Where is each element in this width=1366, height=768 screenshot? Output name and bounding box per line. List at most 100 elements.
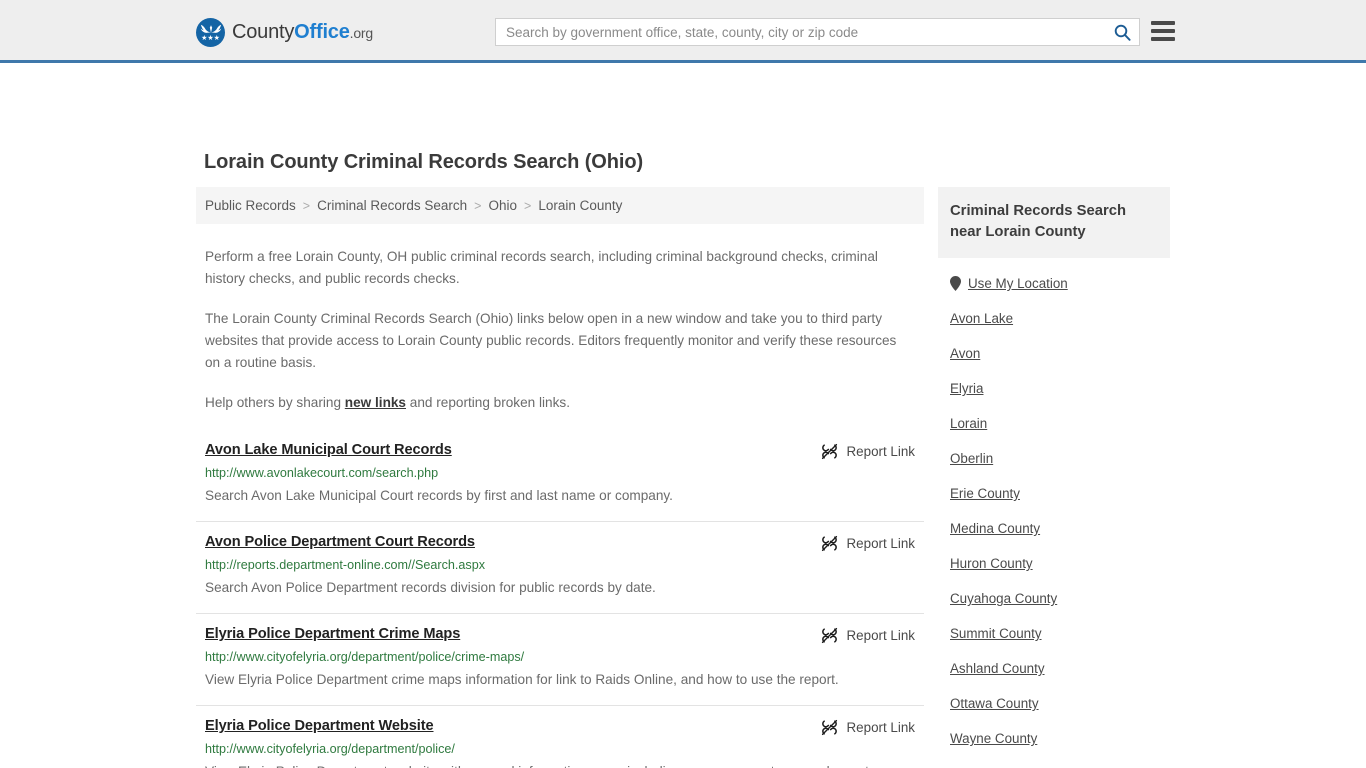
sidebar-link-label[interactable]: Erie County bbox=[950, 486, 1020, 501]
breadcrumb-item-public-records[interactable]: Public Records bbox=[205, 198, 296, 213]
sidebar-item-avon-lake[interactable]: Avon Lake bbox=[938, 301, 1170, 336]
search-icon bbox=[1114, 24, 1131, 41]
report-link-label: Report Link bbox=[846, 444, 915, 459]
sidebar-item-avon[interactable]: Avon bbox=[938, 336, 1170, 371]
page-title: Lorain County Criminal Records Search (O… bbox=[204, 151, 643, 173]
sidebar-link-label[interactable]: Ashland County bbox=[950, 661, 1045, 676]
sidebar-item-cuyahoga-county[interactable]: Cuyahoga County bbox=[938, 581, 1170, 616]
result-description: Search Avon Police Department records di… bbox=[205, 580, 656, 595]
results-list: Avon Lake Municipal Court Records Report… bbox=[196, 436, 924, 768]
result-header: Avon Lake Municipal Court Records Report… bbox=[205, 442, 915, 460]
use-my-location-link[interactable]: Use My Location bbox=[968, 276, 1068, 291]
sidebar-link-label[interactable]: Oberlin bbox=[950, 451, 993, 466]
sidebar-item-elyria[interactable]: Elyria bbox=[938, 371, 1170, 406]
logo-text-office: Office bbox=[294, 21, 350, 43]
result-title-link[interactable]: Elyria Police Department Website bbox=[205, 718, 434, 734]
result-title-link[interactable]: Avon Lake Municipal Court Records bbox=[205, 442, 452, 458]
sidebar-item-ottawa-county[interactable]: Ottawa County bbox=[938, 686, 1170, 721]
intro-p3-after: and reporting broken links. bbox=[406, 395, 570, 410]
intro-paragraph-2: The Lorain County Criminal Records Searc… bbox=[205, 311, 897, 370]
result-item: Elyria Police Department Website Report … bbox=[196, 705, 924, 768]
result-url: http://www.avonlakecourt.com/search.php bbox=[205, 466, 439, 480]
hamburger-menu-icon[interactable] bbox=[1151, 20, 1175, 42]
sidebar-item-huron-county[interactable]: Huron County bbox=[938, 546, 1170, 581]
result-header: Elyria Police Department Website Report … bbox=[205, 718, 915, 736]
result-item: Elyria Police Department Crime Maps Repo… bbox=[196, 613, 924, 705]
breadcrumb-separator: > bbox=[524, 198, 532, 213]
map-pin-icon bbox=[950, 276, 961, 291]
broken-link-icon bbox=[821, 443, 837, 460]
sidebar-link-label[interactable]: Huron County bbox=[950, 556, 1033, 571]
breadcrumb-separator: > bbox=[474, 198, 482, 213]
sidebar-item-erie-county[interactable]: Erie County bbox=[938, 476, 1170, 511]
report-link-button[interactable]: Report Link bbox=[821, 719, 915, 736]
broken-link-icon bbox=[821, 535, 837, 552]
report-link-button[interactable]: Report Link bbox=[821, 535, 915, 552]
sidebar: Criminal Records Search near Lorain Coun… bbox=[938, 187, 1170, 768]
result-url: http://www.cityofelyria.org/department/p… bbox=[205, 650, 525, 664]
report-link-label: Report Link bbox=[846, 628, 915, 643]
result-header: Avon Police Department Court Records Rep… bbox=[205, 534, 915, 552]
intro-p3-before: Help others by sharing bbox=[205, 395, 345, 410]
sidebar-link-label[interactable]: Cuyahoga County bbox=[950, 591, 1057, 606]
sidebar-link-label[interactable]: Avon bbox=[950, 346, 980, 361]
sidebar-link-label[interactable]: Ottawa County bbox=[950, 696, 1039, 711]
sidebar-item-lorain[interactable]: Lorain bbox=[938, 406, 1170, 441]
search-box[interactable] bbox=[495, 18, 1140, 46]
sidebar-item-use-my-location[interactable]: Use My Location bbox=[938, 266, 1170, 301]
breadcrumb-item-criminal-records-search[interactable]: Criminal Records Search bbox=[317, 198, 467, 213]
sidebar-link-label[interactable]: Summit County bbox=[950, 626, 1042, 641]
result-url: http://reports.department-online.com//Se… bbox=[205, 558, 486, 572]
search-button[interactable] bbox=[1105, 19, 1139, 45]
report-link-button[interactable]: Report Link bbox=[821, 627, 915, 644]
sidebar-item-ashland-county[interactable]: Ashland County bbox=[938, 651, 1170, 686]
eagle-shield-logo-icon: ★★★ bbox=[196, 18, 225, 47]
hamburger-bar-2 bbox=[1151, 29, 1175, 33]
report-link-label: Report Link bbox=[846, 720, 915, 735]
hamburger-bar-3 bbox=[1151, 37, 1175, 41]
sidebar-link-label[interactable]: Medina County bbox=[950, 521, 1040, 536]
sidebar-card-title-nearby: Criminal Records Search near Lorain Coun… bbox=[938, 187, 1170, 258]
result-item: Avon Police Department Court Records Rep… bbox=[196, 521, 924, 613]
result-title-link[interactable]: Elyria Police Department Crime Maps bbox=[205, 626, 460, 642]
new-links-link[interactable]: new links bbox=[345, 395, 406, 410]
breadcrumb-separator: > bbox=[302, 198, 311, 213]
sidebar-link-label[interactable]: Avon Lake bbox=[950, 311, 1013, 326]
breadcrumb: Public Records > Criminal Records Search > O… bbox=[196, 187, 924, 224]
report-link-button[interactable]: Report Link bbox=[821, 443, 915, 460]
result-description: View Elyria Police Department crime maps… bbox=[205, 672, 839, 687]
sidebar-item-medina-county[interactable]: Medina County bbox=[938, 511, 1170, 546]
logo-stars: ★★★ bbox=[201, 35, 220, 42]
logo-text-tld: .org bbox=[349, 25, 374, 41]
result-description: Search Avon Lake Municipal Court records… bbox=[205, 488, 673, 503]
sidebar-item-summit-county[interactable]: Summit County bbox=[938, 616, 1170, 651]
result-url: http://www.cityofelyria.org/department/p… bbox=[205, 742, 455, 756]
broken-link-icon bbox=[821, 719, 837, 736]
sidebar-link-label[interactable]: Elyria bbox=[950, 381, 983, 396]
intro-paragraph-1: Perform a free Lorain County, OH public … bbox=[205, 249, 878, 286]
breadcrumb-item-ohio[interactable]: Ohio bbox=[488, 198, 517, 213]
intro-section: Perform a free Lorain County, OH public … bbox=[196, 246, 924, 414]
hamburger-bar-1 bbox=[1151, 21, 1175, 25]
broken-link-icon bbox=[821, 627, 837, 644]
result-description: View Elyria Police Department website wi… bbox=[205, 760, 905, 768]
logo-wordmark: CountyOffice.org bbox=[232, 21, 373, 44]
sidebar-nearby-links: Use My Location Avon Lake Avon Elyria Lorai… bbox=[938, 258, 1170, 762]
breadcrumb-item-lorain-county: Lorain County bbox=[538, 198, 623, 213]
eagle-wings-icon bbox=[200, 24, 221, 33]
result-title-link[interactable]: Avon Police Department Court Records bbox=[205, 534, 475, 550]
search-input[interactable] bbox=[496, 19, 1105, 45]
sidebar-item-wayne-county[interactable]: Wayne County bbox=[938, 721, 1170, 756]
site-logo[interactable]: ★★★ CountyOffice.org bbox=[196, 18, 373, 47]
logo-text-county: County bbox=[232, 21, 295, 43]
result-item: Avon Lake Municipal Court Records Report… bbox=[196, 436, 924, 521]
sidebar-link-label[interactable]: Lorain bbox=[950, 416, 987, 431]
report-link-label: Report Link bbox=[846, 536, 915, 551]
sidebar-link-label[interactable]: Wayne County bbox=[950, 731, 1037, 746]
page-body: Lorain County Criminal Records Search (O… bbox=[0, 63, 1366, 768]
site-header: ★★★ CountyOffice.org bbox=[0, 0, 1366, 63]
intro-paragraph-3: Help others by sharing new links and rep… bbox=[205, 392, 905, 414]
result-header: Elyria Police Department Crime Maps Repo… bbox=[205, 626, 915, 644]
main-content-column: Public Records > Criminal Records Search > O… bbox=[196, 187, 924, 768]
sidebar-item-oberlin[interactable]: Oberlin bbox=[938, 441, 1170, 476]
